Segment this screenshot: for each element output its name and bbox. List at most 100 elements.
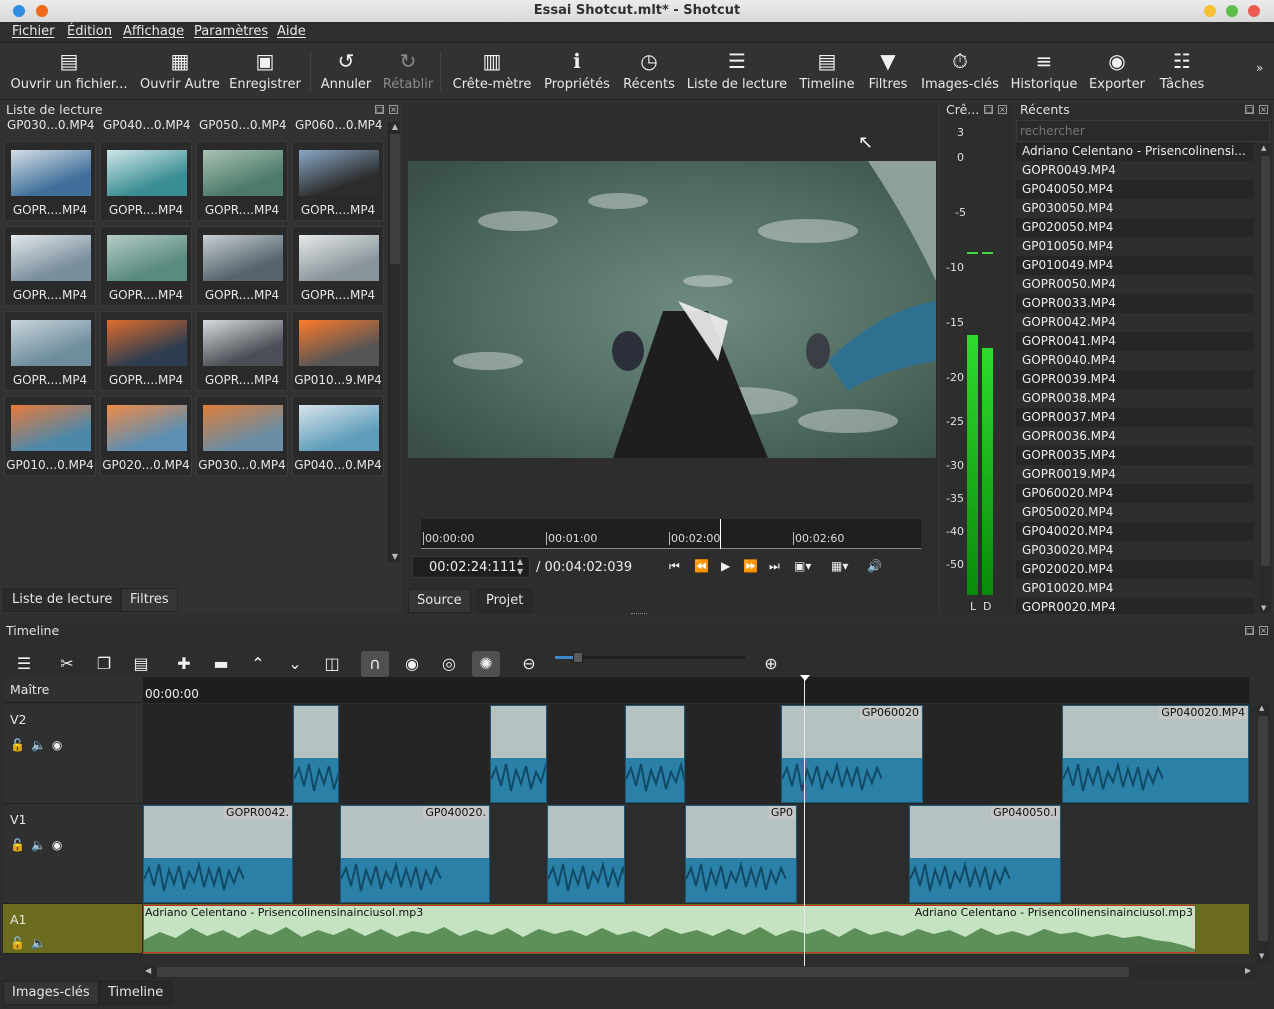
split-button[interactable]: ◫ [318,651,346,677]
float-panel-icon[interactable]: □ [375,105,384,114]
export-button[interactable]: ◉ Exporter [1086,43,1148,100]
tab-timeline[interactable]: Timeline [99,981,173,1005]
open-file-button[interactable]: ▤ Ouvrir un fichier... [8,43,130,100]
zoom-slider-handle[interactable] [573,652,583,663]
redo-button[interactable]: ↻ Rétablir [380,43,436,100]
eye-icon[interactable]: ◉ [52,738,68,752]
ripple-delete-button[interactable]: ▬ [207,651,235,677]
lock-icon[interactable]: 🔓 [10,936,31,950]
zoom-fit-icon[interactable]: ▣▾ [794,559,811,573]
timeline-hscrollbar[interactable]: ◀ ▶ [143,966,1256,978]
current-time-field[interactable]: 00:02:24:111 ▲ ▼ [412,556,530,578]
scrub-button[interactable]: ◉ [398,651,426,677]
scroll-thumb[interactable] [390,134,400,264]
audio-clip[interactable]: Adriano Celentano - Prisencolinensinainc… [143,905,1196,953]
timeline-clip[interactable]: GP040020.MP4 [1062,705,1249,803]
scroll-thumb[interactable] [1258,716,1268,941]
list-item[interactable]: GOPR0020.MP4 [1016,598,1254,614]
mute-icon[interactable]: 🔈 [31,936,52,950]
copy-button[interactable]: ❐ [90,651,118,677]
filters-button[interactable]: ▼ Filtres [864,43,912,100]
video-preview[interactable] [408,161,936,458]
list-item[interactable]: Adriano Celentano - Prisencolinensi... [1016,142,1254,161]
timeline-playhead[interactable] [804,677,805,967]
playlist-item[interactable]: GP020...0.MP4 [100,396,192,476]
timeline-clip[interactable] [293,705,339,803]
paste-button[interactable]: ▤ [127,651,155,677]
timeline-ruler[interactable]: 00:00:00 [143,677,1249,703]
track-header-v2[interactable]: V2 🔓🔈◉ [3,704,142,804]
zoom-out-button[interactable]: ⊖ [515,651,543,677]
scroll-up-icon[interactable]: ▲ [390,122,400,132]
playlist-item[interactable]: GP010...0.MP4 [4,396,96,476]
history-button[interactable]: ≡ Historique [1008,43,1080,100]
mute-icon[interactable]: 🔈 [31,838,52,852]
overwrite-button[interactable]: ⌄ [281,651,309,677]
scroll-down-icon[interactable]: ▼ [1259,952,1264,960]
list-item[interactable]: GOPR0038.MP4 [1016,389,1254,408]
tab-keyframes[interactable]: Images-clés [3,981,99,1005]
timeline-clip[interactable]: GP0 [685,805,797,903]
timeline-clip[interactable]: GOPR0042. [143,805,293,903]
float-panel-icon[interactable]: □ [1245,626,1254,635]
timeline-clip[interactable] [547,805,625,903]
viewer-ruler[interactable]: 00:00:00 00:01:00 00:02:00 00:02:60 [421,519,921,549]
recent-button[interactable]: ◷ Récents [620,43,678,100]
list-item[interactable]: GP040...0.MP4 [103,118,191,132]
timeline-clip[interactable] [490,705,547,803]
lock-icon[interactable]: 🔓 [10,838,31,852]
list-item[interactable]: GOPR0040.MP4 [1016,351,1254,370]
list-item[interactable]: GOPR0033.MP4 [1016,294,1254,313]
list-item[interactable]: GP040020.MP4 [1016,522,1254,541]
playlist-item[interactable]: GOPR....MP4 [196,311,288,391]
playhead-marker-icon[interactable] [800,675,810,681]
list-item[interactable]: GP060...0.MP4 [295,118,383,132]
list-item[interactable]: GP010050.MP4 [1016,237,1254,256]
playlist-item[interactable]: GOPR....MP4 [292,141,384,221]
track-header-a1[interactable]: A1 🔓🔈 [3,904,142,954]
grid-icon[interactable]: ▦▾ [831,559,848,573]
timeline-vscrollbar[interactable]: ▲ ▼ [1257,704,1269,964]
timeline-clip[interactable]: GP060020 [781,705,923,803]
playlist-item[interactable]: GOPR....MP4 [100,141,192,221]
timeline-splitter[interactable] [0,614,1274,622]
skip-to-end-icon[interactable]: ⏭ [769,559,780,574]
playlist-item[interactable]: GP030...0.MP4 [196,396,288,476]
playlist-item[interactable]: GP040...0.MP4 [292,396,384,476]
list-item[interactable]: GP050020.MP4 [1016,503,1254,522]
lock-icon[interactable]: 🔓 [10,738,31,752]
list-item[interactable]: GOPR0019.MP4 [1016,465,1254,484]
float-panel-icon[interactable]: □ [984,105,993,114]
peak-meter-button[interactable]: ▥ Crête-mètre [450,43,534,100]
list-item[interactable]: GP030050.MP4 [1016,199,1254,218]
track-header-v1[interactable]: V1 🔓🔈◉ [3,804,142,904]
mute-icon[interactable]: 🔈 [31,738,52,752]
list-item[interactable]: GOPR0035.MP4 [1016,446,1254,465]
tab-playlist[interactable]: Liste de lecture [3,588,122,612]
playlist-button[interactable]: ☰ Liste de lecture [686,43,788,100]
tab-source[interactable]: Source [408,589,471,613]
minimize-button[interactable] [1204,5,1216,17]
list-item[interactable]: GOPR0041.MP4 [1016,332,1254,351]
playlist-item[interactable]: GOPR....MP4 [196,141,288,221]
menu-aide[interactable]: Aide [277,24,306,39]
timeline-clip[interactable]: GP040050.I [909,805,1061,903]
playlist-item[interactable]: GOPR....MP4 [4,141,96,221]
playlist-item[interactable]: GOPR....MP4 [196,226,288,306]
viewer-playhead[interactable] [720,519,721,549]
maximize-button[interactable] [1226,5,1238,17]
close-panel-icon[interactable]: × [1259,626,1268,635]
ripple-all-button[interactable]: ✺ [472,651,500,677]
close-panel-icon[interactable]: × [998,105,1007,114]
search-input[interactable] [1016,120,1270,142]
list-item[interactable]: GOPR0039.MP4 [1016,370,1254,389]
volume-icon[interactable]: 🔊 [867,559,882,573]
zoom-slider[interactable] [555,652,745,663]
list-item[interactable]: GOPR0042.MP4 [1016,313,1254,332]
skip-to-start-icon[interactable]: ⏮ [669,559,680,574]
play-icon[interactable]: ▶ [721,559,730,573]
eye-icon[interactable]: ◉ [52,838,68,852]
playlist-item[interactable]: GOPR....MP4 [292,226,384,306]
list-item[interactable]: GP010020.MP4 [1016,579,1254,598]
list-item[interactable]: GP060020.MP4 [1016,484,1254,503]
